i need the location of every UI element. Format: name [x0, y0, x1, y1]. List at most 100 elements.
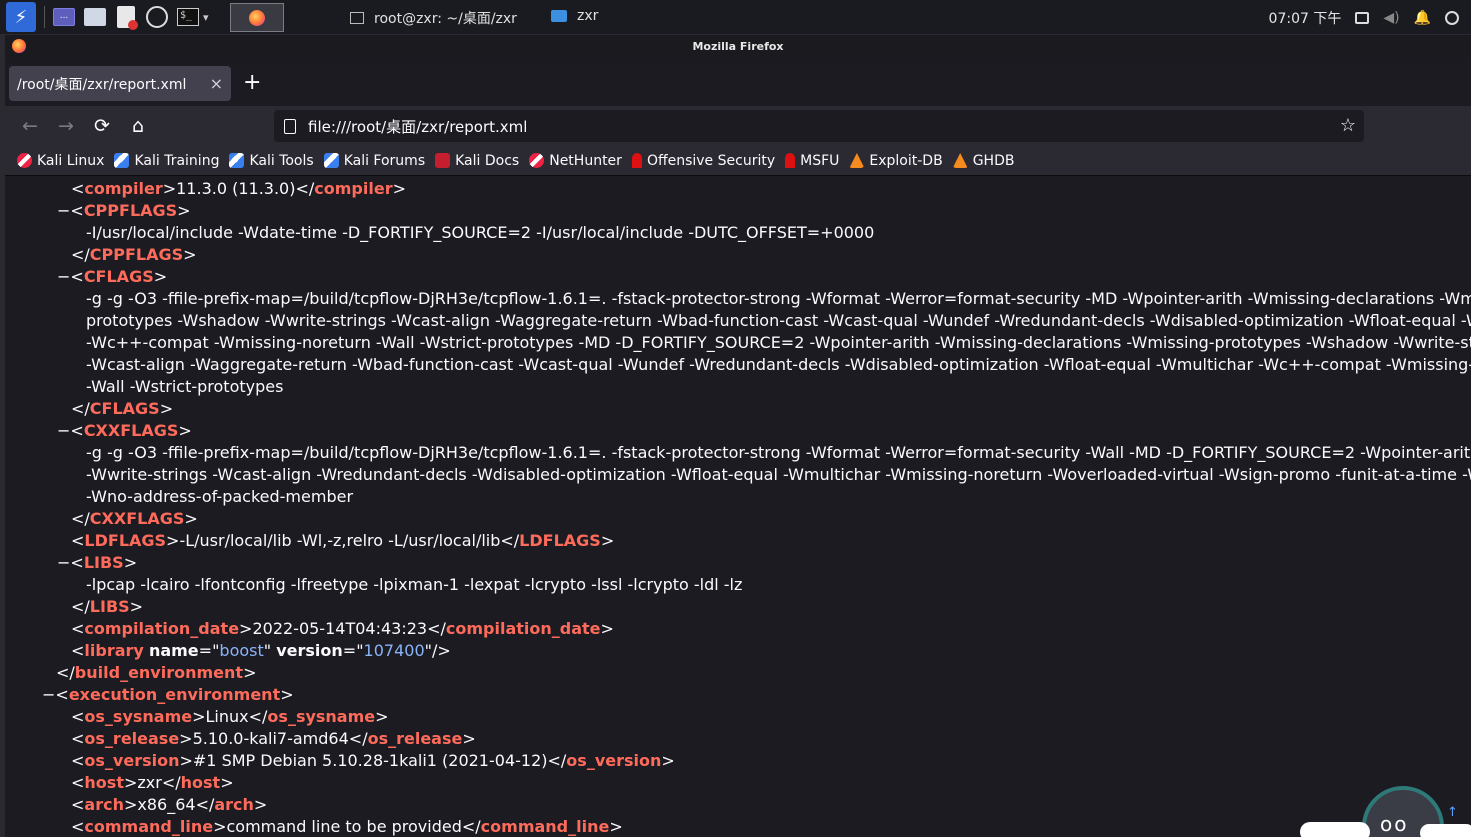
xml-line-library: <library name="boost" version="107400"/>: [71, 641, 451, 660]
window-title: Mozilla Firefox: [692, 40, 784, 53]
kali-tool-icon: [229, 153, 245, 168]
kali-dragon-icon: [17, 153, 32, 168]
xml-line-cxxflags-open[interactable]: −<CXXFLAGS>: [57, 420, 192, 442]
terminal-window-icon: [350, 12, 364, 24]
taskbar-task-terminal[interactable]: root@zxr: ~/桌面/zxr: [350, 8, 517, 28]
offsec-icon: [785, 153, 796, 168]
xml-line-build-environment-close: </build_environment>: [56, 663, 257, 682]
offsec-icon: [631, 153, 642, 168]
tab-label: /root/桌面/zxr/report.xml: [17, 76, 187, 93]
xml-line-cflags-close: </CFLAGS>: [71, 399, 174, 418]
forward-arrow-icon[interactable]: →: [54, 114, 78, 138]
compilation-date-value: 2022-05-14T04:43:23: [252, 619, 428, 638]
kali-menu-icon[interactable]: ⚡: [6, 2, 36, 32]
bookmark-label: Kali Docs: [455, 152, 520, 169]
reload-icon[interactable]: ⟳: [90, 114, 114, 138]
bookmark-kali-training[interactable]: Kali Training: [114, 153, 219, 169]
collapse-toggle[interactable]: −: [57, 267, 70, 286]
xml-line-execution-environment-open[interactable]: −<execution_environment>: [42, 684, 294, 706]
power-icon[interactable]: [1445, 10, 1459, 25]
browser-globe-icon[interactable]: [145, 6, 169, 28]
kali-dragon-icon: [529, 153, 545, 168]
notification-bell-icon[interactable]: 🔔: [1414, 10, 1431, 26]
bookmark-label: Exploit-DB: [869, 152, 943, 169]
kali-tool-icon: [323, 153, 339, 168]
libs-value: -lpcap -lcairo -lfontconfig -lfreetype -…: [86, 575, 743, 594]
firefox-icon: [249, 9, 265, 26]
cflags-line: -Wc++-compat -Wmissing-noreturn -Wall -W…: [86, 333, 1471, 352]
navigation-toolbar: ← → ⟳ ⌂ file:///root/桌面/zxr/report.xml ☆: [5, 106, 1471, 146]
host-value: zxr: [137, 773, 162, 792]
cflags-line: -Wall -Wstrict-prototypes: [86, 377, 284, 396]
close-icon[interactable]: ×: [210, 74, 223, 93]
ldflags-value: -L/usr/local/lib -Wl,-z,relro -L/usr/loc…: [179, 531, 501, 550]
xml-line-os-sysname: <os_sysname>Linux</os_sysname>: [71, 707, 389, 726]
bookmark-kali-linux[interactable]: Kali Linux: [17, 153, 104, 169]
chevron-down-icon[interactable]: ▾: [203, 11, 209, 24]
terminal-icon[interactable]: $_: [176, 6, 200, 28]
bookmark-nethunter[interactable]: NetHunter: [529, 153, 622, 169]
tab-strip: /root/桌面/zxr/report.xml × +: [5, 58, 1471, 106]
home-icon[interactable]: ⌂: [126, 114, 150, 138]
url-bar[interactable]: file:///root/桌面/zxr/report.xml ☆: [274, 110, 1364, 142]
file-manager-icon[interactable]: [83, 6, 107, 28]
bookmark-ghdb[interactable]: GHDB: [952, 153, 1014, 169]
bookmark-star-icon[interactable]: ☆: [1340, 115, 1356, 136]
tab-report-xml[interactable]: /root/桌面/zxr/report.xml ×: [9, 66, 231, 101]
cppflags-value: -I/usr/local/include -Wdate-time -D_FORT…: [86, 223, 875, 242]
taskbar-firefox-button[interactable]: [230, 3, 284, 32]
bookmark-exploit-db[interactable]: Exploit-DB: [849, 152, 943, 169]
volume-icon[interactable]: ◀): [1383, 10, 1399, 26]
bookmark-kali-docs[interactable]: Kali Docs: [435, 153, 519, 169]
taskbar: ⚡ ... $_ ▾ root@zxr: ~/桌面/zxr zxr 07:07 …: [0, 0, 1471, 35]
bookmark-label: Kali Linux: [37, 152, 105, 169]
text-editor-icon[interactable]: [114, 6, 138, 30]
exploitdb-icon: [952, 153, 968, 168]
xml-line-cflags-open[interactable]: −<CFLAGS>: [57, 266, 167, 288]
bookmark-label: Kali Forums: [343, 152, 426, 169]
xml-line-os-version: <os_version>#1 SMP Debian 5.10.28-1kali1…: [71, 751, 675, 770]
page-icon: [284, 118, 296, 134]
xml-line-libs-open[interactable]: −<LIBS>: [57, 552, 137, 574]
new-tab-button[interactable]: +: [243, 72, 261, 94]
bookmark-label: Kali Tools: [249, 152, 314, 169]
back-arrow-icon[interactable]: ←: [18, 114, 42, 138]
xml-line-command-line: <command_line>command line to be provide…: [71, 817, 623, 836]
taskbar-separator: [44, 6, 45, 28]
taskbar-task-folder[interactable]: zxr: [551, 8, 598, 24]
folder-icon: [551, 10, 567, 22]
library-version-value: 107400: [363, 641, 425, 660]
bookmark-kali-forums[interactable]: Kali Forums: [323, 152, 426, 169]
os-sysname-value: Linux: [205, 707, 249, 726]
cxxflags-line: -Wno-address-of-packed-member: [86, 487, 354, 506]
window-titlebar[interactable]: Mozilla Firefox: [5, 35, 1471, 58]
bookmark-msfu[interactable]: MSFU: [785, 153, 839, 169]
firefox-icon: [12, 39, 26, 53]
url-text[interactable]: file:///root/桌面/zxr/report.xml: [308, 116, 527, 137]
bookmark-label: MSFU: [800, 152, 840, 169]
bookmark-offensive-security[interactable]: Offensive Security: [631, 152, 776, 169]
xml-line-arch: <arch>x86_64</arch>: [71, 795, 268, 814]
xml-line-compiler: <compiler>11.3.0 (11.3.0)</compiler>: [71, 179, 406, 198]
workspace-switcher[interactable]: ...: [52, 6, 76, 28]
system-tray: 07:07 下午 ◀) 🔔: [1269, 0, 1459, 35]
display-icon[interactable]: [1355, 11, 1370, 24]
collapse-toggle[interactable]: −: [57, 553, 70, 572]
collapse-toggle[interactable]: −: [57, 201, 70, 220]
xml-line-ldflags: <LDFLAGS>-L/usr/local/lib -Wl,-z,relro -…: [71, 531, 615, 550]
xml-viewer[interactable]: <compiler>11.3.0 (11.3.0)</compiler> −<C…: [5, 177, 1471, 837]
widget-cloud-decoration: [1300, 822, 1370, 837]
cflags-line: -Wcast-align -Waggregate-return -Wbad-fu…: [86, 355, 1471, 374]
xml-line-os-release: <os_release>5.10.0-kali7-amd64</os_relea…: [71, 729, 476, 748]
kali-tool-icon: [114, 153, 130, 168]
xml-line-cppflags-close: </CPPFLAGS>: [71, 245, 197, 264]
bookmark-kali-tools[interactable]: Kali Tools: [229, 152, 314, 169]
xml-line-cppflags-open[interactable]: −<CPPFLAGS>: [57, 200, 191, 222]
bookmarks-toolbar: Kali Linux Kali Training Kali Tools Kali…: [5, 146, 1471, 176]
collapse-toggle[interactable]: −: [57, 421, 70, 440]
collapse-toggle[interactable]: −: [42, 685, 55, 704]
cxxflags-line: -g -g -O3 -ffile-prefix-map=/build/tcpfl…: [86, 443, 1471, 462]
bookmark-label: Offensive Security: [646, 152, 776, 169]
clock[interactable]: 07:07 下午: [1269, 8, 1342, 28]
os-version-value: #1 SMP Debian 5.10.28-1kali1 (2021-04-12…: [192, 751, 548, 770]
